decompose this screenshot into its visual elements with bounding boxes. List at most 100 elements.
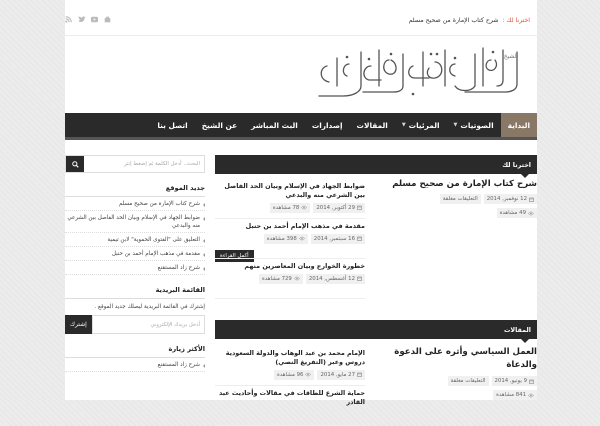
post-title[interactable]: ضوابط الجهاد في الإسلام وبيان الحد الفاص…: [215, 182, 365, 200]
nav-item[interactable]: اتصل بنا: [150, 113, 194, 137]
views-chip: 49 مشاهدة: [496, 208, 537, 218]
sidebar-link[interactable]: ضوابط الجهاد في الإسلام وبيان الحد الفاص…: [65, 211, 205, 233]
nav-item-label: اتصل بنا: [157, 120, 188, 130]
site-logo[interactable]: الشيخ: [305, 44, 525, 106]
post-views: 78 مشاهدة: [272, 205, 300, 211]
featured-views: 49 مشاهدة: [499, 210, 526, 216]
top-bar: اخترنا لك : شرح كتاب الإمارة من صحيح مسل…: [65, 0, 537, 36]
sidebar: البحث.. أدخل الكلمة ثم إضغط إنتر جديد ال…: [65, 155, 205, 372]
post-meta: 16 سبتمبر, 2014 398 مشاهدة: [215, 234, 365, 244]
nav-item[interactable]: المقالات: [350, 113, 395, 137]
views-chip: 729 مشاهدة: [259, 274, 303, 284]
sidebar-link[interactable]: شرح زاد المستقنع: [65, 261, 205, 275]
list-item: مقدمة في مذهب الإمام أحمد بن حنبل 16 سبتم…: [215, 219, 365, 259]
sidebar-link[interactable]: مقدمة في مذهب الإمام أحمد بن حنبل: [65, 247, 205, 261]
nav-item-label: البث المباشر: [251, 120, 298, 130]
eye-icon: [294, 276, 300, 283]
featured-views-row: 49 مشاهدة: [372, 208, 537, 218]
logo-small-text: الشيخ: [504, 53, 519, 60]
nav-item[interactable]: عن الشيخ: [195, 113, 244, 137]
twitter-icon[interactable]: [78, 16, 86, 23]
calendar-icon: [357, 236, 362, 243]
post-title[interactable]: حماية الشرع للطاقات في مقالات وأحاديث عب…: [215, 389, 365, 407]
popular-list: شرح زاد المستقنع: [65, 358, 205, 372]
subscribe-button[interactable]: إشترك: [65, 315, 92, 334]
search-box: البحث.. أدخل الكلمة ثم إضغط إنتر: [65, 155, 205, 173]
post-title[interactable]: خطورة الخوارج وبيان المعاصرين منهم: [215, 262, 365, 271]
date-chip: 12 أغسطس, 2014: [305, 274, 365, 284]
nav-item-label: الصوتيات: [460, 120, 494, 130]
sidebar-link[interactable]: شرح زاد المستقنع: [65, 358, 205, 372]
list-item: الإمام محمد بن عبد الوهاب والدولة السعود…: [215, 346, 365, 386]
nav-item[interactable]: إصدارات: [305, 113, 350, 137]
featured-meta: 12 نوفمبر, 2014 التعليقات مغلقة: [372, 194, 537, 204]
nav-item[interactable]: البداية: [500, 113, 537, 137]
post-views: 729 مشاهدة: [262, 276, 292, 282]
list-item: حماية الشرع للطاقات في مقالات وأحاديث عب…: [215, 386, 365, 426]
list-item: ضوابط الجهاد في الإسلام وبيان الحد الفاص…: [215, 179, 365, 219]
post-meta: 29 أكتوبر, 2014 78 مشاهدة: [215, 203, 365, 213]
search-input[interactable]: البحث.. أدخل الكلمة ثم إضغط إنتر: [84, 156, 204, 172]
featured-title[interactable]: شرح كتاب الإمارة من صحيح مسلم: [372, 179, 537, 190]
section-picked: اخترنا لك شرح كتاب الإمارة من صحيح مسلم …: [215, 155, 537, 315]
sidebar-link[interactable]: التعليق على "الفتوى الحموية" لابن تيمية: [65, 233, 205, 247]
featured-views: 841 مشاهدة: [496, 392, 526, 398]
calendar-icon: [357, 276, 362, 283]
nav-item[interactable]: البث المباشر: [244, 113, 305, 137]
featured-comments: التعليقات مغلقة: [442, 196, 478, 202]
section-title: اخترنا لك: [215, 155, 537, 178]
eye-icon: [528, 211, 534, 216]
breaking-news: اخترنا لك : شرح كتاب الإمارة من صحيح مسل…: [409, 17, 530, 24]
sidebar-link[interactable]: شرح كتاب الإمارة من صحيح مسلم: [65, 197, 205, 211]
post-list: الإمام محمد بن عبد الوهاب والدولة السعود…: [215, 346, 365, 426]
popular-title: الأكثر زيارة: [65, 345, 205, 358]
post-meta: 27 مايو, 2014 96 مشاهدة: [215, 370, 365, 380]
breaking-label: اخترنا لك :: [502, 17, 530, 24]
post-title[interactable]: الإمام محمد بن عبد الوهاب والدولة السعود…: [215, 349, 365, 367]
search-button[interactable]: [66, 156, 84, 172]
page-wrapper: اخترنا لك : شرح كتاب الإمارة من صحيح مسل…: [65, 0, 537, 426]
post-meta: 12 أغسطس, 2014 729 مشاهدة: [215, 274, 365, 284]
post-views: 398 مشاهدة: [266, 236, 297, 242]
date-chip: 27 مايو, 2014: [317, 370, 365, 380]
section-title: المقالات: [215, 320, 537, 343]
post-views: 96 مشاهدة: [277, 372, 304, 378]
calendar-icon: [529, 379, 534, 384]
chevron-down-icon: ▼: [401, 122, 406, 128]
nav-item[interactable]: المرئيات ▼: [395, 113, 447, 137]
featured-comments: التعليقات مغلقة: [450, 378, 486, 384]
nav-item[interactable]: الصوتيات ▼: [447, 113, 501, 137]
views-chip: 841 مشاهدة: [493, 390, 537, 400]
newsletter-form: أدخل بريدك الإلكتروني إشترك: [65, 315, 205, 334]
main-nav: البداية الصوتيات ▼ المرئيات ▼ المقالات إصدارات…: [65, 113, 537, 140]
featured-title[interactable]: العمل السياسي وأثره على الدعوة والدعاة: [372, 346, 537, 372]
recent-title: جديد الموقع: [65, 184, 205, 197]
breaking-link[interactable]: شرح كتاب الإمارة من صحيح مسلم: [409, 17, 499, 24]
post-date: 27 مايو, 2014: [320, 372, 355, 378]
nav-item-label: المرئيات: [408, 120, 440, 130]
eye-icon: [301, 205, 308, 212]
featured-post: شرح كتاب الإمارة من صحيح مسلم 12 نوفمبر,…: [372, 179, 537, 218]
newsletter-text: إشترك في القائمة البريدية ليصلك جديد الم…: [94, 304, 205, 310]
email-field[interactable]: أدخل بريدك الإلكتروني: [91, 315, 205, 334]
social-icons: [65, 16, 111, 23]
date-chip: 12 نوفمبر, 2014: [483, 194, 537, 204]
eye-icon: [528, 393, 534, 398]
views-chip: 96 مشاهدة: [274, 370, 315, 380]
date-chip: 16 سبتمبر, 2014: [310, 234, 365, 244]
list-item: خطورة الخوارج وبيان المعاصرين منهم 12 أغس…: [215, 259, 365, 299]
post-date: 29 أكتوبر, 2014: [316, 205, 355, 211]
featured-date: 12 نوفمبر, 2014: [486, 196, 527, 202]
featured-meta: 9 يونيو, 2014 التعليقات مغلقة: [372, 376, 537, 386]
date-chip: 9 يونيو, 2014: [491, 376, 537, 386]
rss-icon[interactable]: [65, 16, 72, 23]
views-chip: 398 مشاهدة: [263, 234, 308, 244]
main-content: اخترنا لك شرح كتاب الإمارة من صحيح مسلم …: [215, 155, 537, 426]
soundcloud-icon[interactable]: [104, 16, 111, 23]
nav-item-label: عن الشيخ: [201, 120, 238, 130]
calendar-icon: [357, 205, 362, 212]
youtube-icon[interactable]: [91, 16, 98, 23]
comments-chip: التعليقات مغلقة: [447, 376, 489, 386]
calendar-icon: [529, 197, 534, 202]
post-title[interactable]: مقدمة في مذهب الإمام أحمد بن حنبل: [215, 222, 365, 231]
